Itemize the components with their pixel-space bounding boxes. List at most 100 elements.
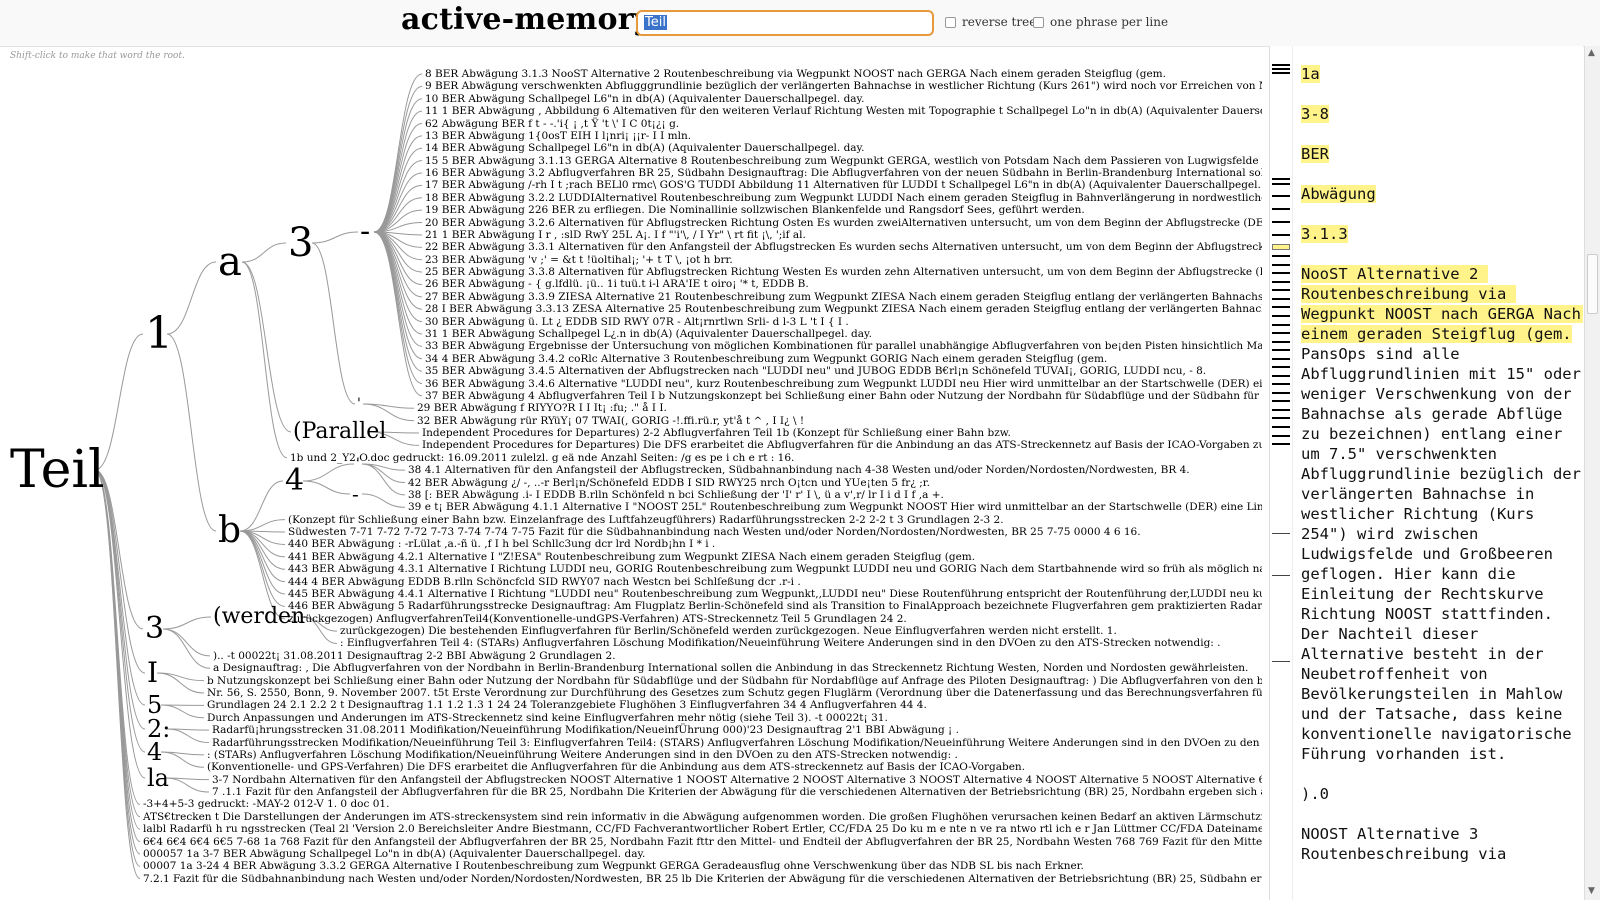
tree-leaf-phrase[interactable]: 441 BER Abwägung 4.2.1 Alternative I "Z!… <box>288 551 975 563</box>
tree-node[interactable]: ' <box>357 397 361 411</box>
minimap-mark[interactable] <box>1272 661 1290 662</box>
tree-leaf-phrase[interactable]: 19 BER Abwägung 226 BER zu erfliegen. Di… <box>425 204 1085 216</box>
tree-leaf-phrase[interactable]: 9 BER Abwägung verschwenkten Abflugggrun… <box>425 80 1262 92</box>
minimap-mark[interactable] <box>1272 349 1290 351</box>
tree-node[interactable]: 3 <box>288 223 313 263</box>
tree-leaf-phrase[interactable]: 35 BER Abwägung 3.4.5 Alternativen der A… <box>425 365 1206 377</box>
minimap-current-mark[interactable] <box>1272 244 1290 250</box>
minimap-mark[interactable] <box>1272 443 1290 445</box>
tree-leaf-phrase[interactable]: 37 BER Abwägung 4 Abflugverfahren Teil I… <box>425 390 1262 402</box>
minimap-mark[interactable] <box>1272 178 1290 180</box>
minimap-mark[interactable] <box>1272 332 1290 334</box>
tree-leaf-phrase[interactable]: Independent Procedures for Departures) 2… <box>422 427 1011 439</box>
tree-leaf-phrase[interactable]: 444 4 BER Abwägung EDDB B.rlln Schöncfcl… <box>288 576 801 588</box>
tree-leaf-phrase[interactable]: Radarführungsstrecken Modifikation/Neuei… <box>212 737 1262 749</box>
tree-leaf-phrase[interactable]: 10 BER Abwägung Schallpegel L6"n in db(A… <box>425 93 864 105</box>
reverse-tree-label[interactable]: reverse tree <box>962 15 1036 29</box>
minimap-mark[interactable] <box>1272 68 1290 70</box>
tree-leaf-phrase[interactable]: 39 e t¡ BER Abwägung 4.1.1 Alternative I… <box>408 501 1262 513</box>
tree-leaf-phrase[interactable]: 14 BER Abwägung Schallpegel L6"n in db(A… <box>425 142 864 154</box>
minimap-mark[interactable] <box>1272 306 1290 308</box>
tree-leaf-phrase[interactable]: Independent Procedures for Departures) D… <box>422 439 1262 451</box>
tree-leaf-phrase[interactable]: 62 Abwägung BER f t - -.'i{ ¡ ,t Ÿ 't \'… <box>425 118 679 130</box>
minimap-mark[interactable] <box>1272 255 1290 257</box>
tree-leaf-phrase[interactable]: 13 BER Abwägung 1{0osT EIH I l¡nri¡ ¡¡r-… <box>425 130 691 142</box>
tree-leaf-phrase[interactable]: 15 5 BER Abwägung 3.1.13 GERGA Alternati… <box>425 155 1262 167</box>
tree-leaf-phrase[interactable]: Durch Anpassungen und Anderungen im ATS-… <box>207 712 888 724</box>
tree-leaf-phrase[interactable]: 28 I BER Abwägung 3.3.13 ZESA Alternativ… <box>425 303 1262 315</box>
reverse-tree-checkbox[interactable] <box>945 17 956 28</box>
tree-leaf-phrase[interactable]: 25 BER Abwägung 3.3.8 Alternativen für A… <box>425 266 1262 278</box>
tree-leaf-phrase[interactable]: Grundlagen 24 2.1 2.2 2 t Designauftrag … <box>207 699 927 711</box>
tree-leaf-phrase[interactable]: 29 BER Abwägung f RIYYO?R I I It¡ :fu; .… <box>417 402 667 414</box>
minimap-mark[interactable] <box>1272 400 1290 402</box>
document-scrollbar[interactable]: ▲ ▼ <box>1584 46 1600 900</box>
minimap-mark[interactable] <box>1272 575 1290 576</box>
minimap-mark[interactable] <box>1272 183 1290 185</box>
tree-leaf-phrase[interactable]: : (STARs) Anflugverfahren Löschung Modif… <box>207 749 958 761</box>
scroll-down-icon[interactable]: ▼ <box>1588 886 1595 896</box>
tree-leaf-phrase[interactable]: 7.2.1 Fazit für die Südbahnanbindung nac… <box>143 873 1262 885</box>
scrollbar-thumb[interactable] <box>1587 254 1598 314</box>
minimap-mark[interactable] <box>1272 289 1290 291</box>
minimap-mark[interactable] <box>1272 435 1290 437</box>
search-input-value[interactable]: Teil <box>644 15 667 30</box>
minimap-mark[interactable] <box>1272 533 1290 534</box>
minimap-mark[interactable] <box>1272 298 1290 300</box>
tree-leaf-phrase[interactable]: 32 BER Abwägung rür RYüY¡ 07 TWAI(, GORI… <box>417 415 804 427</box>
tree-leaf-phrase[interactable]: 22 BER Abwägung 3.3.1 Alternativen für d… <box>425 241 1262 253</box>
tree-node[interactable]: 4 <box>147 740 162 764</box>
tree-leaf-phrase[interactable]: 27 BER Abwägung 3.3.9 ZIESA Alternative … <box>425 291 1262 303</box>
tree-leaf-phrase[interactable]: -3+4+5-3 gedruckt: -MAY-2 012-V 1. 0 doc… <box>143 798 389 810</box>
tree-node[interactable]: (Parallel <box>293 421 386 443</box>
document-minimap[interactable] <box>1269 46 1293 900</box>
minimap-mark[interactable] <box>1272 281 1290 283</box>
tree-leaf-phrase[interactable]: 20 BER Abwägung 3.2.6 Alternativen für A… <box>425 217 1262 229</box>
minimap-mark[interactable] <box>1272 64 1290 66</box>
minimap-mark[interactable] <box>1272 375 1290 377</box>
minimap-mark[interactable] <box>1272 409 1290 411</box>
minimap-mark[interactable] <box>1272 234 1290 236</box>
tree-node[interactable]: 3 <box>145 614 164 644</box>
tree-leaf-phrase[interactable]: 23 BER Abwägung 'v ;' = &t t !üoltihal¡;… <box>425 254 733 266</box>
scroll-up-icon[interactable]: ▲ <box>1588 48 1595 58</box>
tree-leaf-phrase[interactable]: ATS€trecken t Die Darstellungen der Ande… <box>143 811 1262 823</box>
tree-leaf-phrase[interactable]: Südwesten 7-71 7-72 7-72 7-73 7-74 7-74 … <box>288 526 1141 538</box>
tree-leaf-phrase[interactable]: 33 BER Abwägung Ergebnisse der Untersuch… <box>425 340 1262 352</box>
tree-leaf-phrase[interactable]: 21 1 BER Abwägung I r , :slD RwY 25L A¡.… <box>425 229 806 241</box>
tree-leaf-phrase[interactable]: 7 .1.1 Fazit für den Anfangsteil der Abf… <box>212 786 1262 798</box>
tree-leaf-phrase[interactable]: 11 1 BER Abwägung , Abbildung 6 Altemati… <box>425 105 1262 117</box>
tree-node[interactable]: 5 <box>147 693 162 717</box>
tree-node[interactable]: la <box>147 766 169 790</box>
tree-leaf-phrase[interactable]: Nr. 56, S. 2550, Bonn, 9. November 2007.… <box>207 687 1262 699</box>
search-input[interactable]: Teil <box>636 10 934 36</box>
minimap-mark[interactable] <box>1272 315 1290 317</box>
tree-leaf-phrase[interactable]: zurückgezogen) AnflugverfahrenTeil4(Konv… <box>288 613 907 625</box>
tree-leaf-phrase[interactable]: 446 BER Abwägung 5 Radarführungsstrecke … <box>288 600 1262 612</box>
minimap-mark[interactable] <box>1272 417 1290 419</box>
tree-leaf-phrase[interactable]: 38 4.1 Alternativen für den Anfangsteil … <box>408 464 1190 476</box>
tree-leaf-phrase[interactable]: 1b und 2_Y2.O.doc gedruckt: 16.09.2011 z… <box>290 452 794 464</box>
tree-leaf-phrase[interactable]: 3-7 Nordbahn Alternativen für den Anfang… <box>212 774 1262 786</box>
minimap-mark[interactable] <box>1272 264 1290 266</box>
tree-leaf-phrase[interactable]: 17 BER Abwägung /-rh I t ;rach BELl0 rmc… <box>425 179 1261 191</box>
minimap-mark[interactable] <box>1272 392 1290 394</box>
tree-leaf-phrase[interactable]: : Einflugverfahren Teil 4: (STARs) Anflu… <box>340 637 1221 649</box>
tree-leaf-phrase[interactable]: 16 BER Abwägung 3.2 Abflugverfahren BR 2… <box>425 167 1262 179</box>
tree-leaf-phrase[interactable]: 000057 1a 3-7 BER Abwägung Schallpegel L… <box>143 848 645 860</box>
one-phrase-per-line-label[interactable]: one phrase per line <box>1050 15 1168 29</box>
tree-leaf-phrase[interactable]: 445 BER Abwägung 4.4.1 Alternative I Ric… <box>288 588 1262 600</box>
tree-leaf-phrase[interactable]: 18 BER Abwägung 3.2.2 LUDDIAlternativel … <box>425 192 1262 204</box>
tree-leaf-phrase[interactable]: 6€4 6€4 6€4 6€5 7-68 1a 768 Fazit für de… <box>143 836 1262 848</box>
tree-leaf-phrase[interactable]: b Nutzungskonzept bei Schließung einer B… <box>207 675 1262 687</box>
tree-leaf-phrase[interactable]: 30 BER Abwägung ü. Lt ¿ EDDB SID RWY 07R… <box>425 316 849 328</box>
tree-node[interactable]: b <box>218 513 241 549</box>
tree-leaf-phrase[interactable]: Radarfü¡hrungsstrecken 31.08.2011 Modifi… <box>212 724 959 736</box>
tree-leaf-phrase[interactable]: 42 BER Abwägung ¿/ -, ..-r Berl¡n/Schöne… <box>408 477 930 489</box>
tree-node[interactable]: I <box>147 659 158 687</box>
tree-leaf-phrase[interactable]: zurückgezogen) Die bestehenden Einflugve… <box>340 625 1117 637</box>
tree-leaf-phrase[interactable]: 8 BER Abwägung 3.1.3 NooST Alternative 2… <box>425 68 1166 80</box>
tree-leaf-phrase[interactable]: ).. -t 00022t¡ 31.08.2011 Designauftrag … <box>213 650 616 662</box>
minimap-mark[interactable] <box>1272 272 1290 274</box>
minimap-mark[interactable] <box>1272 366 1290 368</box>
